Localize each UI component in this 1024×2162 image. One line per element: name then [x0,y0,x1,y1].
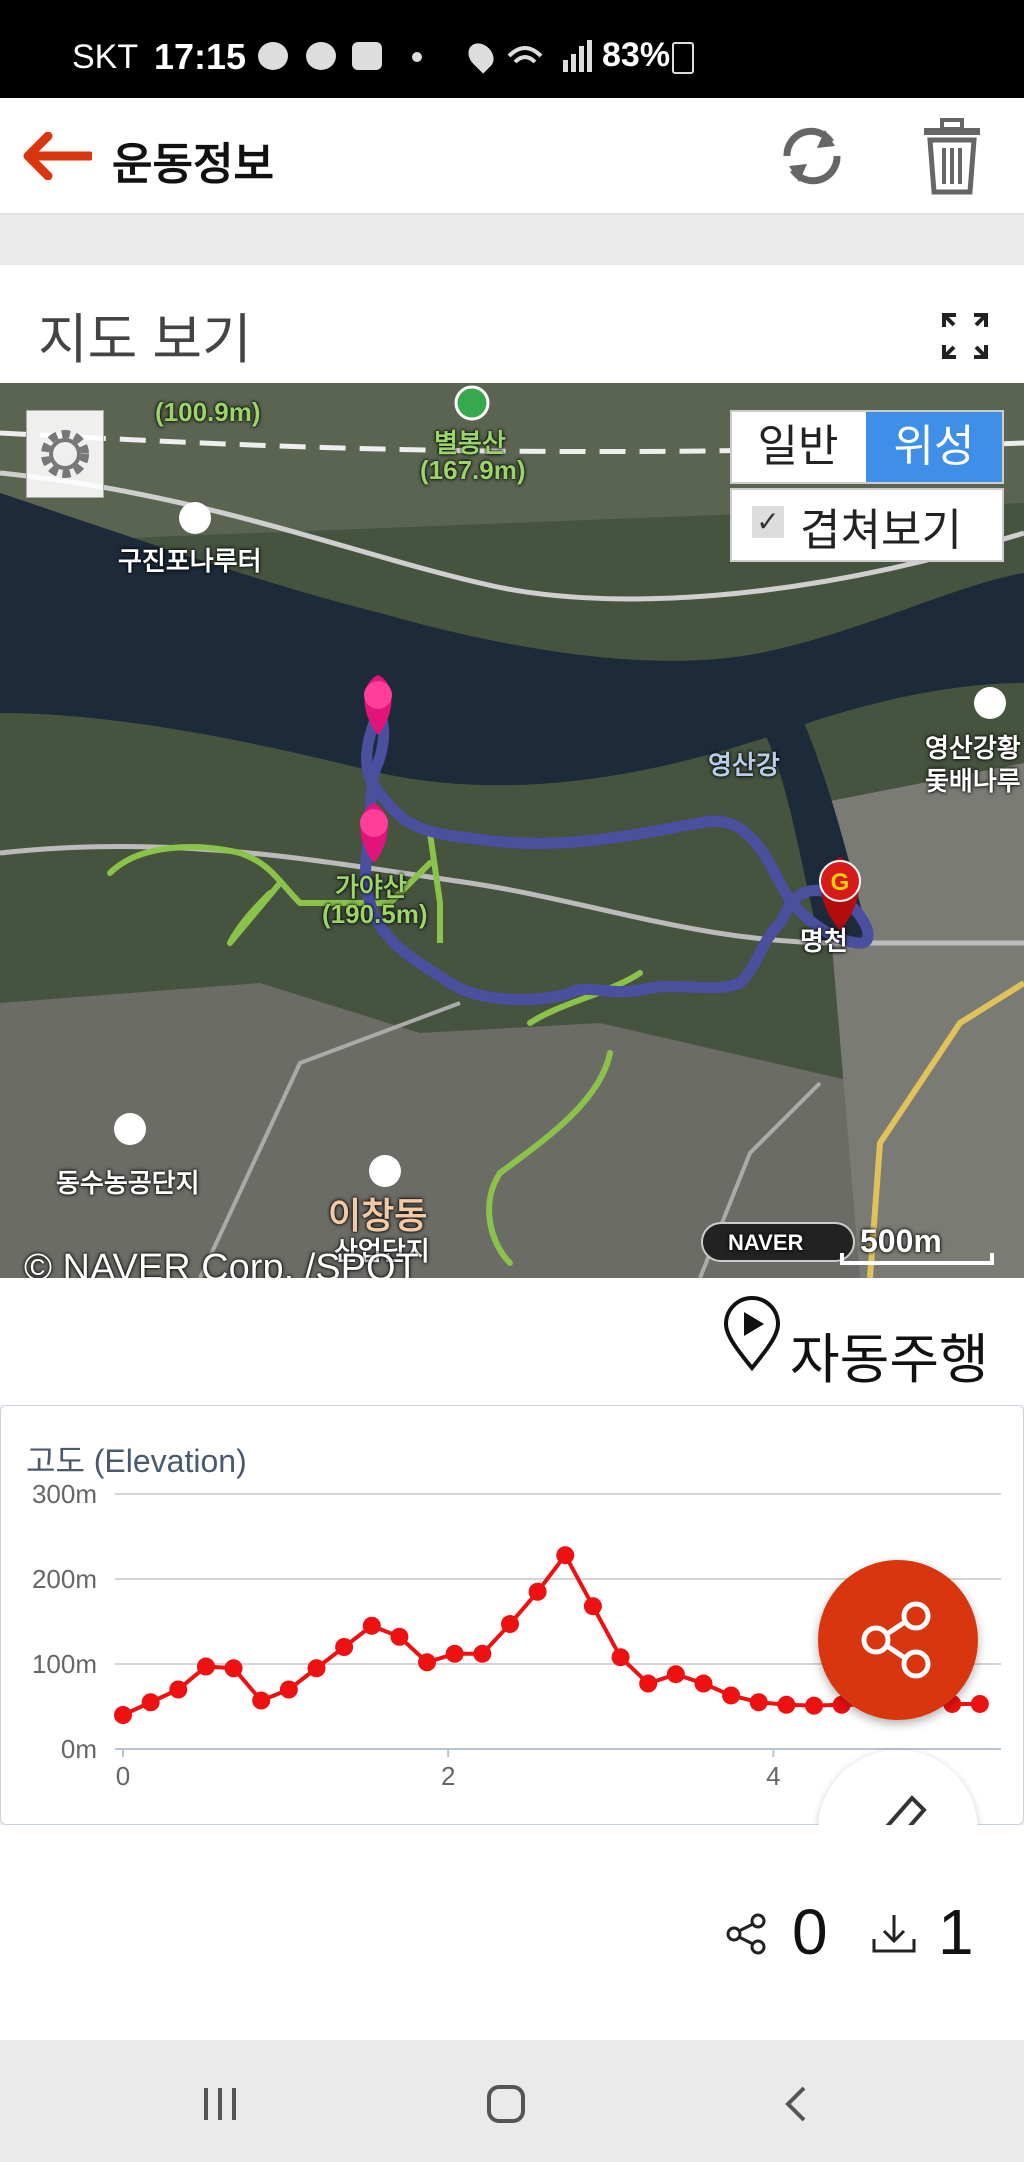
map-label: (167.9m) [420,455,526,485]
section-divider [0,215,1024,265]
x-tick-label: 4 [766,1761,780,1791]
share-fab[interactable] [818,1560,978,1720]
map-type-normal-tab[interactable]: 일반 [732,412,864,482]
elevation-point [611,1648,630,1667]
youtube-icon [352,42,382,70]
map-settings-button[interactable] [26,410,104,498]
carrier-label: SKT [72,38,139,76]
y-tick-label: 100m [32,1649,97,1679]
svg-text:G: G [831,869,850,896]
elevation-point [583,1597,602,1616]
location-icon [463,38,499,74]
elevation-point [418,1653,437,1672]
battery-icon [672,42,694,74]
elevation-point [473,1644,492,1663]
elevation-point [362,1616,381,1635]
dot-icon [412,52,422,62]
share-count-icon [726,1913,766,1955]
elevation-point [500,1615,519,1634]
map-label: 동수농공단지 [56,1168,200,1198]
elevation-point [694,1674,713,1693]
elevation-point [556,1546,575,1565]
download-count: 1 [938,1896,974,1968]
elevation-point [279,1680,298,1699]
page-title: 운동정보 [112,140,274,189]
map-type-satellite-tab[interactable]: 위성 [866,412,1002,482]
elevation-point [141,1693,160,1712]
map-label: (190.5m) [322,899,428,929]
x-tick-label: 0 [116,1761,130,1791]
y-tick-label: 0m [61,1734,97,1764]
fullscreen-icon[interactable] [942,313,988,359]
overlay-toggle[interactable]: ✓ 겹쳐보기 [730,488,1004,562]
stats-row: 0 1 [0,1825,1024,2040]
map-label: 영산강황 [925,733,1021,763]
map-label: 구진포나루터 [118,546,262,576]
signal-icon [507,40,592,72]
gear-icon [41,430,89,478]
share-count: 0 [792,1896,828,1968]
naver-logo: NAVER [728,1230,804,1255]
battery-percent: 83% [602,36,671,74]
elevation-point [528,1582,547,1601]
map-label: 명천 [800,926,848,956]
chat-icon [306,42,336,70]
back-icon[interactable] [776,2084,816,2124]
map-section-title: 지도 보기 [38,310,252,370]
refresh-icon[interactable] [775,120,849,192]
clock: 17:15 [154,36,247,77]
elevation-point [666,1665,685,1684]
elevation-point [749,1693,768,1712]
home-icon[interactable] [486,2084,526,2124]
map-label: 영산강 [708,750,780,780]
status-bar: SKT 17:15 83% [0,0,1024,98]
elevation-point [639,1674,658,1693]
map-copyright: © NAVER Corp. /SPOT [24,1247,419,1278]
map-scale: 500m [860,1223,942,1259]
elevation-point [307,1659,326,1678]
elevation-point [390,1627,409,1646]
map-type-toggle: 일반 위성 [730,410,1004,484]
app-bar: 운동정보 [0,98,1024,215]
overlay-label: 겹쳐보기 [800,506,962,555]
elevation-point [169,1680,188,1699]
elevation-point [335,1638,354,1656]
elevation-point [777,1695,796,1714]
x-tick-label: 2 [441,1761,455,1791]
map-label: (100.9m) [155,397,261,427]
elevation-point [196,1657,215,1676]
location-play-icon[interactable] [722,1296,782,1372]
elevation-point [252,1691,271,1710]
elevation-point [224,1659,243,1678]
trash-icon[interactable] [920,118,984,196]
y-tick-label: 200m [32,1564,97,1594]
map-label: 돛배나루 [925,766,1021,796]
y-tick-label: 300m [32,1479,97,1509]
elevation-point [114,1706,132,1724]
download-icon [872,1915,916,1953]
elevation-point [722,1686,741,1705]
auto-drive-row: 자동주행 [0,1280,1024,1405]
recent-apps-icon[interactable] [200,2084,240,2124]
auto-drive-button[interactable]: 자동주행 [790,1315,989,1394]
elevation-point [445,1644,464,1663]
overlay-checkbox[interactable]: ✓ [752,506,784,538]
talk-icon [258,42,288,70]
system-nav-bar [0,2040,1024,2162]
back-arrow-icon[interactable] [20,132,92,180]
share-icon [861,1601,931,1679]
